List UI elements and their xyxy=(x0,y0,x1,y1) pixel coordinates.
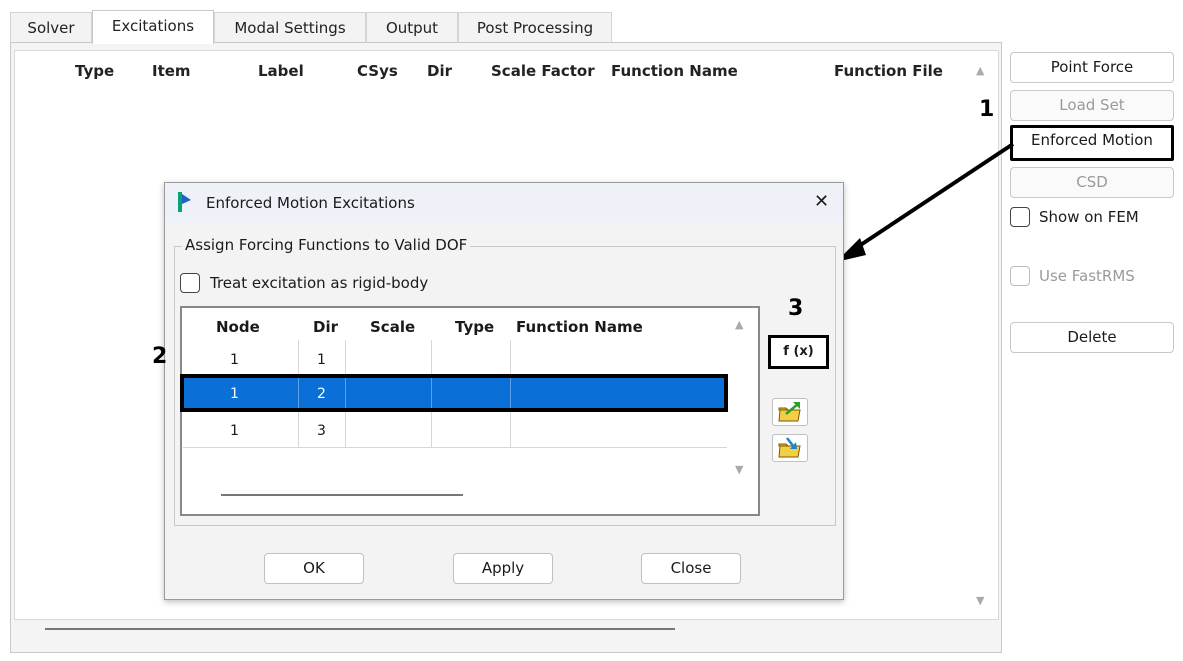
dof-horizontal-scrollbar[interactable] xyxy=(221,494,463,496)
export-folder-button[interactable] xyxy=(772,398,808,426)
col-header-dir[interactable]: Dir xyxy=(427,62,452,80)
tab-excitations[interactable]: Excitations xyxy=(92,10,214,44)
highlight-box xyxy=(180,374,728,412)
dof-col-scale[interactable]: Scale xyxy=(370,318,415,336)
tab-output[interactable]: Output xyxy=(366,12,458,42)
horizontal-scrollbar[interactable] xyxy=(45,628,675,630)
col-header-function-file[interactable]: Function File xyxy=(834,62,943,80)
callout-3: 3 xyxy=(788,296,804,321)
tab-modal-settings[interactable]: Modal Settings xyxy=(214,12,366,42)
use-fastrms-label: Use FastRMS xyxy=(1039,267,1135,285)
csd-button[interactable]: CSD xyxy=(1010,167,1174,198)
ok-button[interactable]: OK xyxy=(264,553,364,584)
import-folder-icon xyxy=(778,437,801,458)
scroll-down-arrow[interactable]: ▼ xyxy=(976,594,984,607)
enforced-motion-button[interactable]: Enforced Motion xyxy=(1010,125,1174,161)
col-header-scale-factor[interactable]: Scale Factor xyxy=(491,62,595,80)
rigid-body-label: Treat excitation as rigid-body xyxy=(210,274,429,292)
point-force-button[interactable]: Point Force xyxy=(1010,52,1174,83)
close-icon[interactable]: ✕ xyxy=(814,191,829,212)
dof-scroll-up-arrow[interactable]: ▲ xyxy=(735,318,743,331)
dof-col-function-name[interactable]: Function Name xyxy=(516,318,643,336)
tab-solver[interactable]: Solver xyxy=(10,12,92,42)
dialog-title: Enforced Motion Excitations xyxy=(206,194,415,212)
callout-1: 1 xyxy=(979,97,995,122)
col-header-label[interactable]: Label xyxy=(258,62,304,80)
rigid-body-checkbox[interactable] xyxy=(180,273,200,293)
scroll-up-arrow[interactable]: ▲ xyxy=(976,64,984,77)
group-label: Assign Forcing Functions to Valid DOF xyxy=(182,236,471,254)
row3-dir[interactable]: 3 xyxy=(317,423,326,439)
function-button[interactable]: f (x) xyxy=(768,335,829,369)
app-logo-icon xyxy=(178,192,191,212)
tab-post-processing[interactable]: Post Processing xyxy=(458,12,612,42)
export-folder-icon xyxy=(778,402,801,422)
close-button[interactable]: Close xyxy=(641,553,741,584)
callout-arrow xyxy=(836,142,1015,262)
delete-button[interactable]: Delete xyxy=(1010,322,1174,353)
import-folder-button[interactable] xyxy=(772,434,808,462)
row1-dir[interactable]: 1 xyxy=(317,352,326,368)
callout-2: 2 xyxy=(152,344,168,369)
grid-divider xyxy=(183,447,727,448)
apply-button[interactable]: Apply xyxy=(453,553,553,584)
tab-bar: Solver Excitations Modal Settings Output… xyxy=(0,10,1183,44)
col-header-function-name[interactable]: Function Name xyxy=(611,62,738,80)
row1-node[interactable]: 1 xyxy=(230,352,239,368)
dof-scroll-down-arrow[interactable]: ▼ xyxy=(735,463,743,476)
show-on-fem-label: Show on FEM xyxy=(1039,208,1139,226)
col-header-item[interactable]: Item xyxy=(152,62,191,80)
col-header-type[interactable]: Type xyxy=(75,62,114,80)
dof-col-node[interactable]: Node xyxy=(216,318,260,336)
dof-col-type[interactable]: Type xyxy=(455,318,494,336)
dof-col-dir[interactable]: Dir xyxy=(313,318,338,336)
row3-node[interactable]: 1 xyxy=(230,423,239,439)
col-header-csys[interactable]: CSys xyxy=(357,62,398,80)
load-set-button[interactable]: Load Set xyxy=(1010,90,1174,121)
